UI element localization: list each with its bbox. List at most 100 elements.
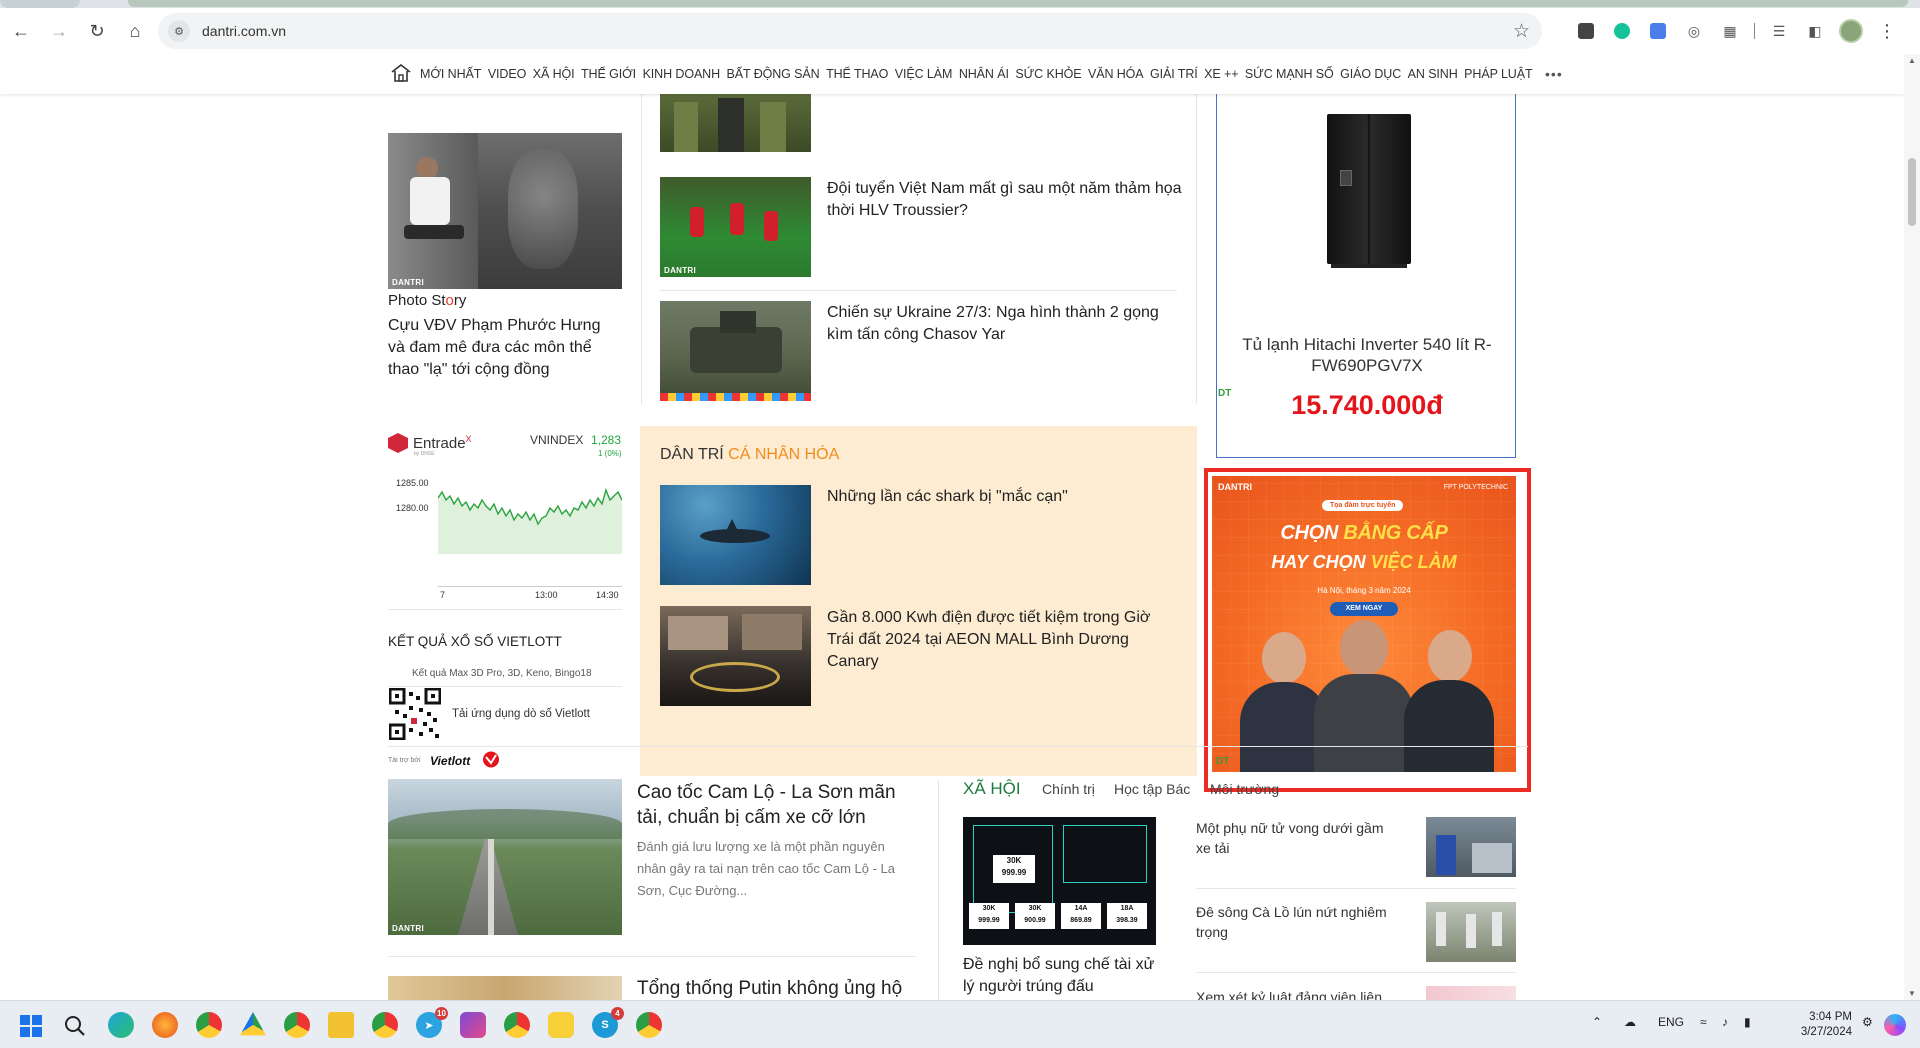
home-icon[interactable]: ⌂	[118, 14, 152, 48]
forward-icon[interactable]: →	[42, 14, 76, 48]
camera-extension-icon[interactable]: ◎	[1676, 16, 1712, 46]
nav-item[interactable]: THỂ THAO	[826, 67, 888, 81]
nav-item[interactable]: KINH DOANH	[643, 67, 721, 81]
side-story-title[interactable]: Xem xét kỷ luật đảng viên liên	[1196, 987, 1396, 1000]
nav-item[interactable]: PHÁP LUẬT	[1464, 67, 1532, 81]
feed-thumb-football[interactable]: DANTRI	[660, 177, 811, 277]
url-text[interactable]: dantri.com.vn	[202, 23, 286, 39]
main-story-image[interactable]: DANTRI	[388, 779, 622, 935]
nav-item[interactable]: BẤT ĐỘNG SẢN	[727, 67, 820, 81]
menu-kebab-icon[interactable]: ⋮	[1869, 16, 1905, 46]
nav-item[interactable]: VIDEO	[488, 67, 527, 81]
side-thumb-discipline[interactable]	[1426, 986, 1516, 1000]
grammarly-extension-icon[interactable]	[1604, 16, 1640, 46]
vietlott-heading[interactable]: KẾT QUẢ XỔ SỐ VIETLOTT	[388, 634, 562, 649]
chrome-profile3-icon[interactable]	[504, 1012, 530, 1038]
side-story-title[interactable]: Một phụ nữ tử vong dưới gầm xe tải	[1196, 818, 1386, 858]
side-thumb-accident[interactable]	[1426, 817, 1516, 877]
nav-more-icon[interactable]: •••	[1545, 66, 1563, 82]
active-tab[interactable]	[128, 0, 1908, 7]
nav-item[interactable]: GIẢI TRÍ	[1150, 67, 1198, 81]
nav-item[interactable]: THẾ GIỚI	[581, 67, 636, 81]
system-clock[interactable]: 3:04 PM 3/27/2024	[1801, 1010, 1852, 1040]
volume-icon[interactable]: ♪	[1722, 1015, 1728, 1029]
tab-moi-truong[interactable]: Môi trường	[1210, 781, 1279, 797]
chrome-icon[interactable]	[196, 1012, 222, 1038]
search-icon[interactable]	[64, 1015, 86, 1037]
back-icon[interactable]: ←	[4, 14, 38, 48]
scroll-up-icon[interactable]: ▲	[1908, 56, 1916, 65]
language-indicator[interactable]: ENG	[1658, 1015, 1684, 1029]
nav-item[interactable]: GIÁO DỤC	[1340, 67, 1401, 81]
side-thumb-dyke[interactable]	[1426, 902, 1516, 962]
pers-thumb-shark[interactable]	[660, 485, 811, 585]
nav-item[interactable]: SỨC KHỎE	[1015, 67, 1081, 81]
google-drive-icon[interactable]	[240, 1012, 266, 1036]
site-info-icon[interactable]: ⚙	[168, 20, 190, 42]
nav-item[interactable]: XÃ HỘI	[533, 67, 575, 81]
tab-hoc-tap-bac[interactable]: Học tập Bác	[1114, 781, 1190, 797]
copilot-icon[interactable]	[1884, 1014, 1906, 1036]
file-explorer-icon[interactable]	[328, 1012, 354, 1038]
qr-code[interactable]	[389, 688, 441, 740]
entrade-logo[interactable]: EntradeX	[388, 433, 472, 453]
sticky-notes-icon[interactable]	[548, 1012, 574, 1038]
pers-item-title[interactable]: Những lần các shark bị "mắc cạn"	[827, 486, 1177, 508]
telegram-icon[interactable]: ➤ 10	[416, 1007, 448, 1038]
nav-item[interactable]: VĂN HÓA	[1088, 67, 1144, 81]
reading-list-icon[interactable]: ☰	[1761, 16, 1797, 46]
translate-extension-icon[interactable]	[1640, 16, 1676, 46]
product-price[interactable]: 15.740.000đ	[1217, 390, 1517, 421]
chrome-profile4-icon[interactable]	[636, 1012, 662, 1038]
nav-item[interactable]: XE ++	[1204, 67, 1238, 81]
nav-item[interactable]: MỚI NHẤT	[420, 67, 481, 81]
vietlott-logo-text[interactable]: Vietlott	[430, 754, 470, 768]
next-story-image[interactable]	[388, 976, 622, 1000]
profile-avatar[interactable]	[1833, 16, 1869, 46]
snipping-tool-icon[interactable]	[460, 1012, 486, 1038]
address-bar[interactable]: ⚙ dantri.com.vn ☆	[158, 13, 1542, 49]
feed-item-title[interactable]: Đội tuyển Việt Nam mất gì sau một năm th…	[827, 178, 1187, 222]
page-scrollbar[interactable]: ▲ ▼	[1904, 54, 1920, 1000]
chrome-profile-icon[interactable]	[284, 1012, 310, 1038]
plates-story-title[interactable]: Đề nghị bổ sung chế tài xử lý người trún…	[963, 954, 1163, 998]
nav-item[interactable]: NHÂN ÁI	[959, 67, 1009, 81]
pers-item-title[interactable]: Gần 8.000 Kwh điện được tiết kiệm trong …	[827, 607, 1177, 673]
feed-thumb-ukraine[interactable]	[660, 301, 811, 401]
home-nav-icon[interactable]	[390, 63, 412, 83]
onedrive-icon[interactable]: ☁	[1624, 1015, 1636, 1029]
banner-ad[interactable]: DANTRI FPT POLYTECHNIC Tọa đàm trực tuyế…	[1212, 476, 1516, 772]
feed-thumb-police[interactable]	[660, 94, 811, 152]
edge-icon[interactable]	[108, 1012, 134, 1038]
photo-story-title[interactable]: Cựu VĐV Phạm Phước Hưng và đam mê đưa cá…	[388, 315, 618, 381]
photo-story-image[interactable]: DANTRI	[388, 133, 622, 289]
nav-item[interactable]: VIỆC LÀM	[895, 67, 953, 81]
section-xa-hoi[interactable]: XÃ HỘI	[963, 779, 1021, 799]
nav-item[interactable]: AN SINH	[1408, 67, 1458, 81]
product-name[interactable]: Tủ lạnh Hitachi Inverter 540 lít R-FW690…	[1217, 334, 1517, 376]
tray-chevron-icon[interactable]: ⌃	[1592, 1015, 1602, 1029]
tab-left[interactable]	[0, 0, 80, 8]
feed-item-title[interactable]: Chiến sự Ukraine 27/3: Nga hình thành 2 …	[827, 302, 1187, 346]
tab-chinh-tri[interactable]: Chính trị	[1042, 781, 1095, 797]
zotero-extension-icon[interactable]	[1568, 16, 1604, 46]
next-story-title[interactable]: Tổng thống Putin không ủng hộ	[637, 976, 927, 1000]
personalized-heading[interactable]: DÂN TRÍ CÁ NHÂN HÓA	[660, 446, 839, 464]
side-panel-icon[interactable]: ◧	[1797, 16, 1833, 46]
plates-image[interactable]: 30K 999.99 30K 999.99 30K 900.99 14A 869.89 …	[963, 817, 1156, 945]
settings-gear-icon[interactable]: ⚙	[1862, 1015, 1873, 1029]
scroll-thumb[interactable]	[1908, 158, 1916, 226]
side-story-title[interactable]: Đê sông Cà Lồ lún nứt nghiêm trọng	[1196, 902, 1396, 942]
battery-icon[interactable]: ▮	[1744, 1015, 1751, 1029]
nav-item[interactable]: SỨC MẠNH SỐ	[1245, 67, 1334, 81]
reload-icon[interactable]: ↻	[80, 14, 114, 48]
vietlott-app-note[interactable]: Tải ứng dụng dò số Vietlott	[452, 708, 590, 720]
chrome-profile2-icon[interactable]	[372, 1012, 398, 1038]
windows-start-icon[interactable]	[20, 1015, 42, 1037]
pers-thumb-aeon[interactable]	[660, 606, 811, 706]
puzzle-extensions-icon[interactable]: ▦	[1712, 16, 1748, 46]
firefox-icon[interactable]	[152, 1012, 178, 1038]
product-ad[interactable]: Tủ lạnh Hitachi Inverter 540 lít R-FW690…	[1216, 94, 1516, 458]
scroll-down-icon[interactable]: ▼	[1908, 989, 1916, 998]
main-story-title[interactable]: Cao tốc Cam Lộ - La Sơn mãn tải, chuẩn b…	[637, 780, 917, 830]
